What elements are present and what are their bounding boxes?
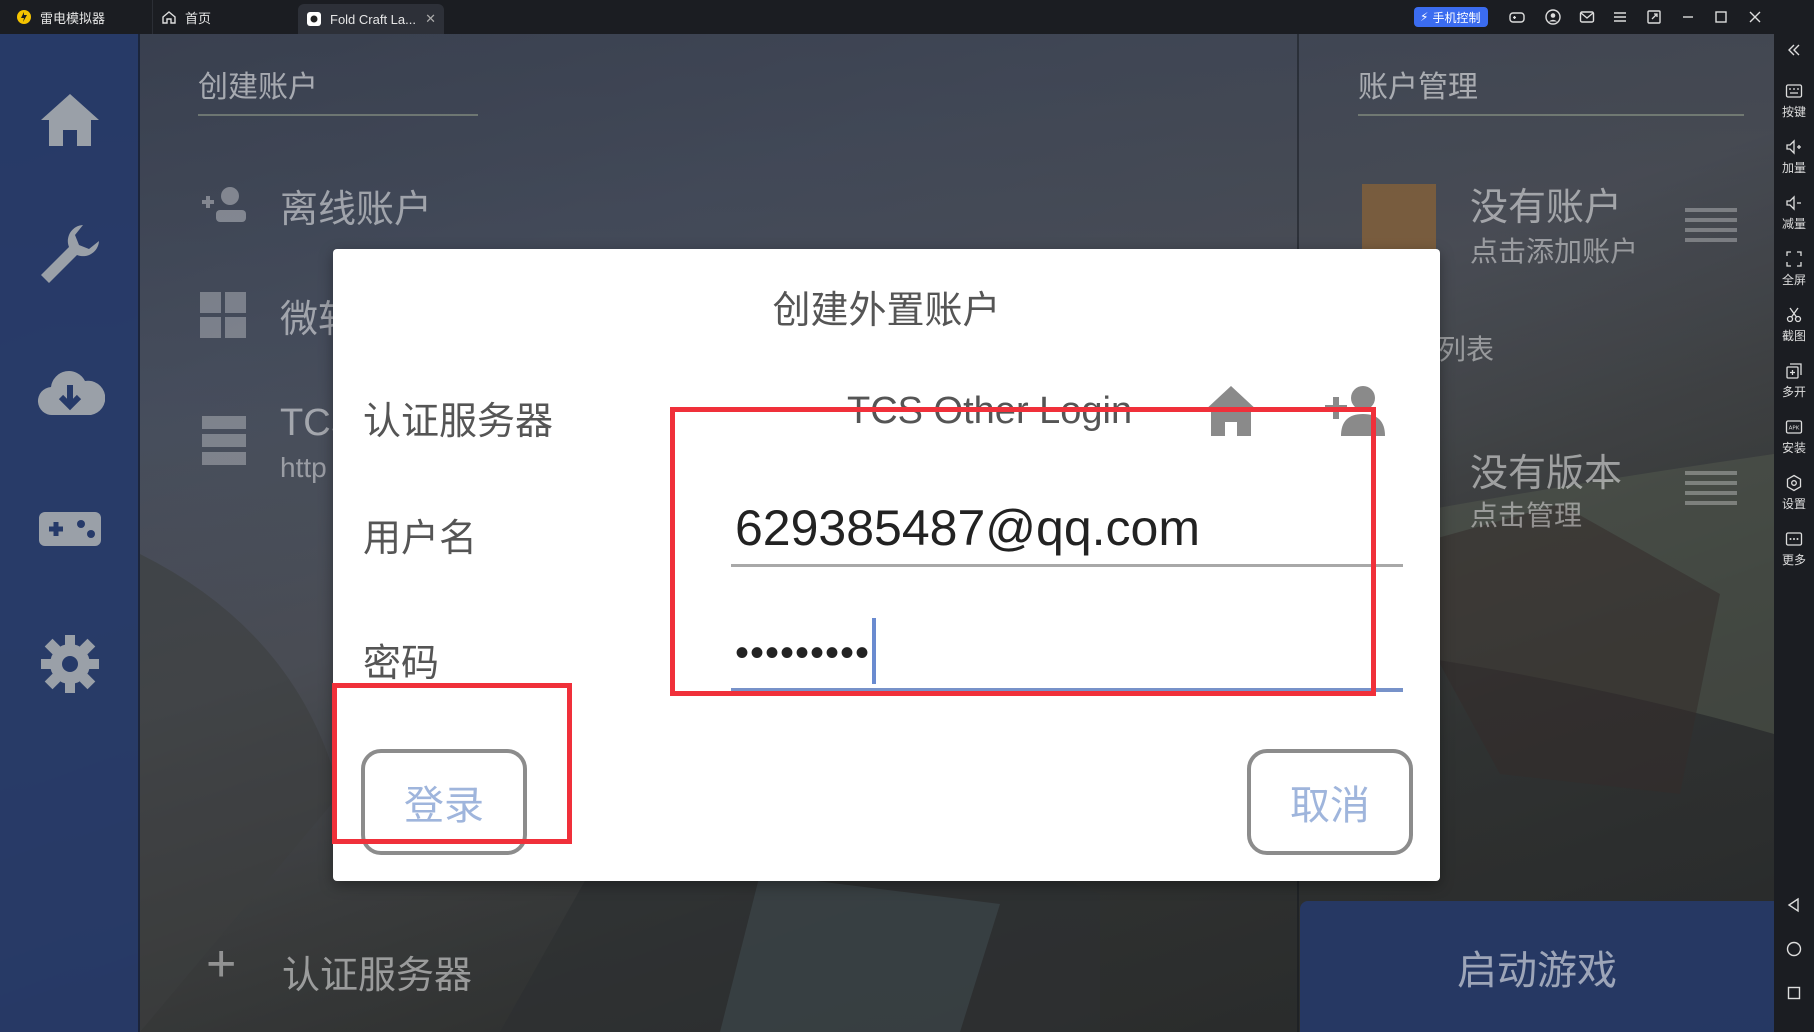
- add-auth-server-button[interactable]: 认证服务器: [282, 944, 472, 999]
- keymap-button[interactable]: 按键: [1774, 82, 1814, 120]
- tab-home-label: 首页: [185, 10, 212, 26]
- minimize-icon[interactable]: [1680, 9, 1696, 25]
- multi-instance-button[interactable]: 多开: [1774, 362, 1814, 400]
- keyboard-icon: [1785, 84, 1803, 98]
- menu-icon[interactable]: [1612, 9, 1628, 25]
- highlight-login-box: [332, 683, 572, 844]
- tab-close-icon[interactable]: ✕: [425, 11, 436, 27]
- plus-icon: +: [206, 935, 237, 993]
- android-recents-button[interactable]: [1774, 984, 1814, 1005]
- volume-down-button[interactable]: 减量: [1774, 194, 1814, 232]
- volume-up-icon: [1786, 139, 1801, 155]
- app-name: 雷电模拟器: [40, 10, 106, 26]
- multi-instance-label: 多开: [1781, 385, 1806, 399]
- scissors-icon: [1786, 307, 1802, 323]
- create-account-title: 创建账户: [198, 71, 318, 104]
- foldcraft-app-icon: [306, 11, 322, 27]
- more-button[interactable]: 更多: [1774, 530, 1814, 568]
- volume-up-button[interactable]: 加量: [1774, 138, 1814, 176]
- settings-label: 设置: [1781, 497, 1806, 511]
- screenshot-button[interactable]: 截图: [1774, 306, 1814, 344]
- account-management-title: 账户管理: [1358, 71, 1478, 104]
- window-mode-icon[interactable]: [1646, 9, 1662, 25]
- home-icon: [161, 9, 177, 25]
- dialog-title: 创建外置账户: [772, 290, 1001, 332]
- more-icon: [1785, 532, 1803, 546]
- emulator-side-toolbar: 按键 加量 减量 全屏 截图 多开 APK 安装 设置 更多: [1774, 34, 1814, 1032]
- section-divider: [1358, 114, 1744, 116]
- launcher-sidebar: [0, 34, 140, 1032]
- manage-hint: 点击管理: [1470, 500, 1583, 531]
- version-menu-icon[interactable]: [1685, 469, 1737, 509]
- volume-down-icon: [1786, 195, 1801, 211]
- offline-account-item[interactable]: 离线账户: [280, 178, 432, 233]
- more-label: 更多: [1781, 553, 1806, 567]
- back-triangle-icon: [1787, 897, 1799, 913]
- home-icon[interactable]: [35, 84, 105, 154]
- no-account-text[interactable]: 没有账户: [1470, 176, 1622, 231]
- gear-icon: [1786, 474, 1802, 492]
- settings-button[interactable]: 设置: [1774, 474, 1814, 512]
- app-logo-icon: [16, 9, 32, 25]
- add-account-hint: 点击添加账户: [1470, 236, 1639, 267]
- keymap-label: 按键: [1781, 105, 1806, 119]
- username-label: 用户名: [363, 518, 478, 560]
- list-label: 列表: [1438, 334, 1495, 365]
- wrench-icon[interactable]: [35, 219, 105, 289]
- android-home-button[interactable]: [1774, 940, 1814, 961]
- home-circle-icon: [1786, 941, 1802, 957]
- volume-down-label: 减量: [1781, 217, 1806, 231]
- install-label: 安装: [1781, 441, 1806, 455]
- phone-control-button[interactable]: ⚡ 手机控制: [1414, 7, 1489, 27]
- gamepad-icon[interactable]: [35, 494, 105, 564]
- auth-server-label: 认证服务器: [363, 401, 554, 443]
- volume-up-label: 加量: [1781, 161, 1806, 175]
- svg-text:APK: APK: [1789, 426, 1800, 432]
- app-tab[interactable]: 雷电模拟器: [8, 0, 148, 34]
- lightning-icon: ⚡: [1420, 10, 1429, 24]
- list-menu-icon[interactable]: [1685, 206, 1737, 246]
- android-back-button[interactable]: [1774, 896, 1814, 917]
- apk-icon: APK: [1785, 420, 1803, 434]
- tcs-url: http: [280, 452, 327, 483]
- password-label: 密码: [363, 643, 440, 685]
- double-chevron-left-icon: [1788, 44, 1800, 56]
- account-icon[interactable]: [1545, 9, 1561, 25]
- microsoft-icon: [200, 292, 246, 338]
- fullscreen-label: 全屏: [1781, 273, 1806, 287]
- fullscreen-icon: [1786, 251, 1802, 267]
- fullscreen-button[interactable]: 全屏: [1774, 250, 1814, 288]
- add-person-icon: [202, 187, 246, 222]
- gamepad-icon[interactable]: [1509, 9, 1525, 25]
- install-apk-button[interactable]: APK 安装: [1774, 418, 1814, 456]
- screenshot-label: 截图: [1781, 329, 1806, 343]
- steve-avatar: [1362, 184, 1436, 254]
- launch-game-button[interactable]: 启动游戏: [1300, 901, 1774, 1032]
- recents-square-icon: [1787, 986, 1801, 1000]
- highlight-credentials-box: [670, 407, 1376, 696]
- tab-home[interactable]: 首页: [152, 0, 293, 34]
- gear-icon[interactable]: [35, 629, 105, 699]
- tab-foldcraft[interactable]: Fold Craft La... ✕: [298, 4, 444, 34]
- tab-foldcraft-label: Fold Craft La...: [330, 11, 416, 27]
- emulator-titlebar: 雷电模拟器 首页 Fold Craft La... ✕ ⚡ 手机控制: [0, 0, 1814, 34]
- no-version-text[interactable]: 没有版本: [1470, 442, 1622, 497]
- close-window-icon[interactable]: [1747, 9, 1763, 25]
- collapse-toolbar-button[interactable]: [1774, 42, 1814, 61]
- maximize-icon[interactable]: [1713, 9, 1729, 25]
- mail-icon[interactable]: [1579, 9, 1595, 25]
- multi-instance-icon: [1786, 363, 1802, 379]
- server-icon: [202, 416, 246, 465]
- section-divider: [198, 114, 478, 116]
- cloud-download-icon[interactable]: [35, 359, 105, 429]
- cancel-button[interactable]: 取消: [1247, 749, 1413, 855]
- phone-control-label: 手机控制: [1432, 10, 1481, 25]
